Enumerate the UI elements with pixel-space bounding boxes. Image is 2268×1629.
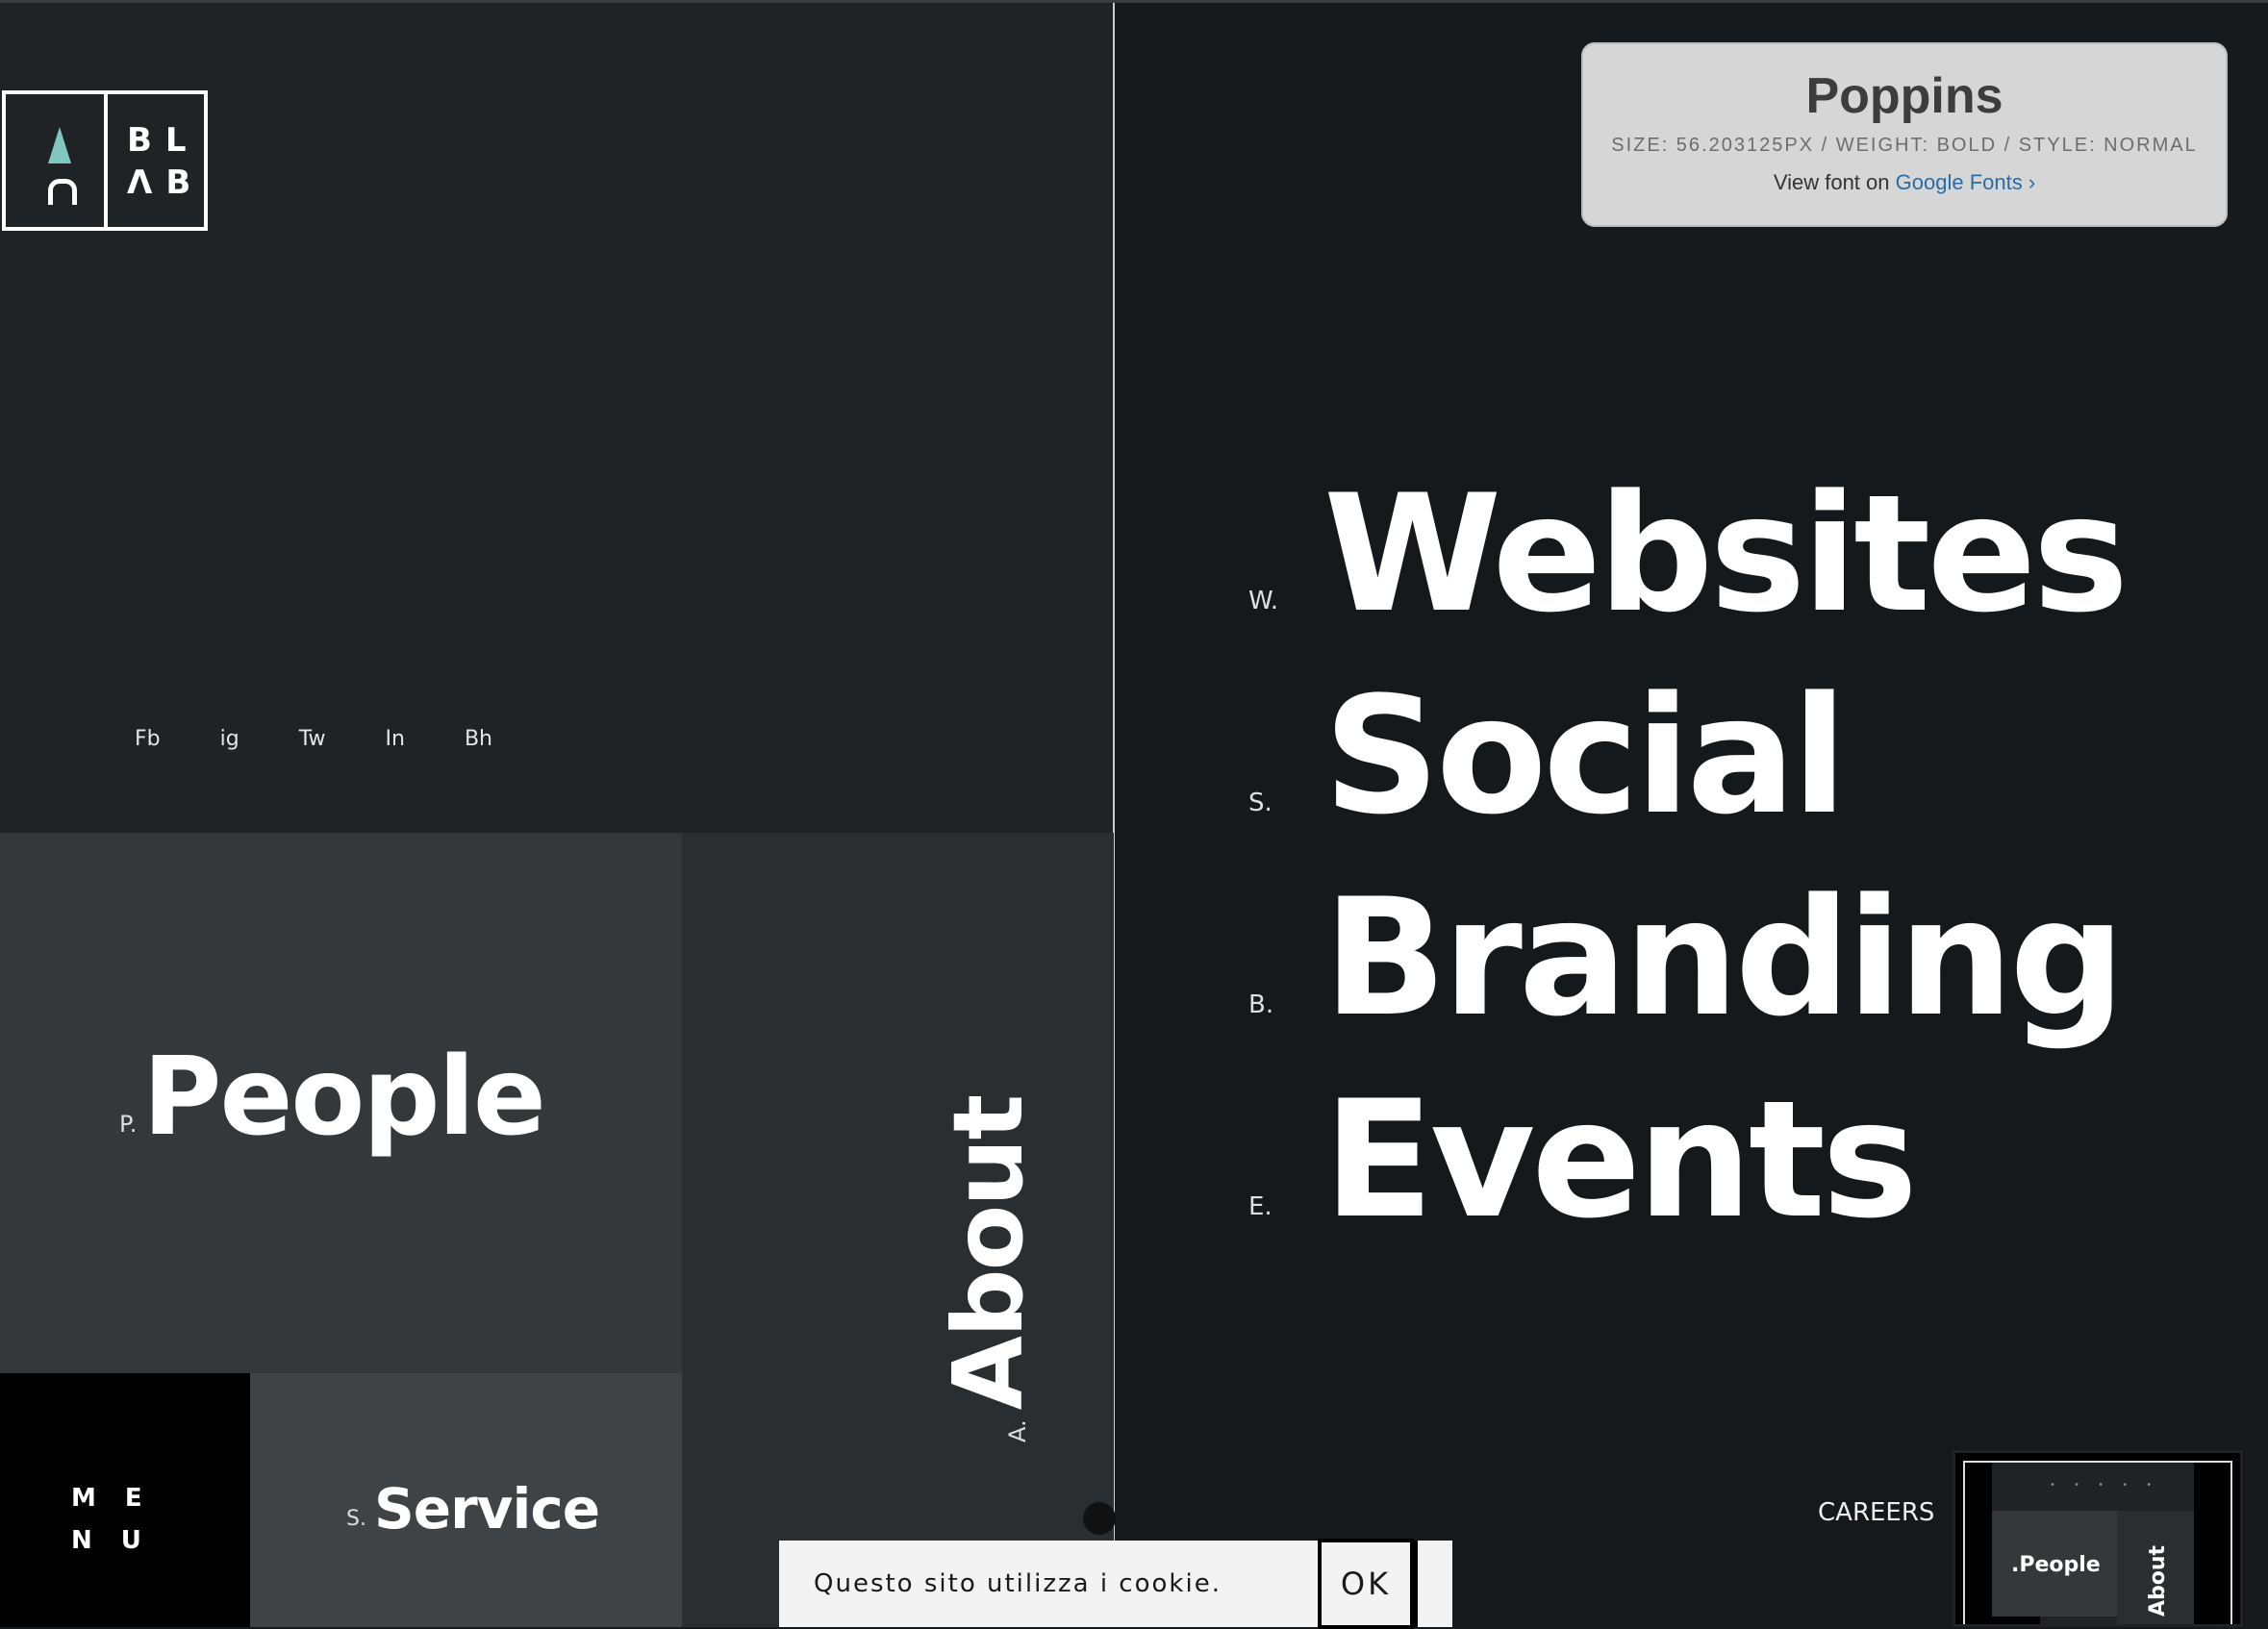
people-link[interactable]: P. People bbox=[119, 1035, 546, 1160]
minimap-about-tile: About bbox=[2117, 1511, 2194, 1624]
service-label: Branding bbox=[1323, 864, 2126, 1052]
font-view-prefix: View font on bbox=[1773, 170, 1890, 194]
about-prefix: A. bbox=[1004, 1419, 1031, 1442]
minimap-people-label: .People bbox=[2011, 1553, 2101, 1577]
service-item-social[interactable]: S. Social bbox=[1248, 635, 2125, 837]
cookie-banner: Questo sito utilizza i cookie. OK bbox=[779, 1539, 1452, 1629]
social-link-linkedin[interactable]: In bbox=[386, 727, 405, 751]
service-prefix: B. bbox=[1248, 990, 1274, 1019]
service-label: Websites bbox=[1323, 460, 2129, 648]
minimap-bottom bbox=[1992, 1616, 2040, 1624]
cookie-message: Questo sito utilizza i cookie. bbox=[814, 1569, 1222, 1598]
cone-icon bbox=[48, 127, 71, 163]
service-link[interactable]: S. Service bbox=[346, 1476, 600, 1541]
minimap-viewport: • • • • • .People About bbox=[1963, 1461, 2232, 1624]
about-label: About bbox=[932, 1095, 1045, 1411]
minimap-about-label: About bbox=[2146, 1544, 2170, 1616]
social-link-facebook[interactable]: Fb bbox=[135, 727, 161, 751]
cookie-ok-button[interactable]: OK bbox=[1318, 1539, 1414, 1629]
logo-separator bbox=[104, 94, 108, 227]
service-label: Events bbox=[1323, 1065, 1918, 1254]
font-info-tooltip: Poppins SIZE: 56.203125PX / WEIGHT: BOLD… bbox=[1581, 42, 2228, 227]
service-prefix: E. bbox=[1248, 1192, 1273, 1221]
careers-link[interactable]: CAREERS bbox=[1818, 1498, 1934, 1527]
minimap-dots: • • • • • bbox=[2050, 1480, 2160, 1491]
page-minimap[interactable]: • • • • • .People About bbox=[1953, 1450, 2243, 1627]
arch-icon bbox=[48, 179, 77, 205]
site-logo[interactable]: BL ΛB bbox=[2, 90, 208, 231]
cookie-separator bbox=[1414, 1541, 1418, 1627]
service-label: Social bbox=[1323, 662, 1848, 850]
social-link-twitter[interactable]: Tw bbox=[299, 727, 326, 751]
social-link-behance[interactable]: Bh bbox=[465, 727, 492, 751]
google-fonts-link[interactable]: Google Fonts › bbox=[1896, 170, 2036, 194]
minimap-side-left bbox=[1965, 1463, 1992, 1624]
menu-label-line2: NU bbox=[71, 1526, 170, 1555]
minimap-top: • • • • • bbox=[1992, 1463, 2194, 1511]
service-item-websites[interactable]: W. Websites bbox=[1248, 433, 2129, 648]
people-label: People bbox=[142, 1035, 546, 1160]
about-link[interactable]: A. About bbox=[825, 1058, 1045, 1442]
scroll-dot[interactable] bbox=[1083, 1502, 1116, 1535]
font-name: Poppins bbox=[1805, 68, 2003, 124]
font-view-line: View font on Google Fonts › bbox=[1583, 170, 2226, 195]
service-item-branding[interactable]: B. Branding bbox=[1248, 837, 2126, 1052]
service-label: Service bbox=[373, 1476, 600, 1541]
social-links: Fb ig Tw In Bh bbox=[135, 727, 552, 751]
social-link-instagram[interactable]: ig bbox=[220, 727, 239, 751]
menu-label-line1: ME bbox=[71, 1484, 171, 1513]
logo-letters-line2: ΛB bbox=[127, 163, 205, 202]
logo-letters-line1: BL bbox=[127, 121, 200, 160]
people-prefix: P. bbox=[119, 1111, 138, 1138]
service-prefix: W. bbox=[1248, 587, 1278, 615]
logo-letters: BL ΛB bbox=[127, 119, 194, 204]
minimap-people-tile: .People bbox=[1992, 1511, 2117, 1616]
minimap-side-right bbox=[2194, 1463, 2230, 1624]
service-prefix: S. bbox=[1248, 789, 1273, 817]
service-prefix: S. bbox=[346, 1507, 366, 1531]
menu-label[interactable]: ME NU bbox=[71, 1477, 148, 1562]
services-list: W. Websites S. Social B. Branding E. Eve… bbox=[1248, 433, 2129, 1241]
service-item-events[interactable]: E. Events bbox=[1248, 1039, 2125, 1241]
font-meta: SIZE: 56.203125PX / WEIGHT: BOLD / STYLE… bbox=[1611, 135, 2198, 156]
